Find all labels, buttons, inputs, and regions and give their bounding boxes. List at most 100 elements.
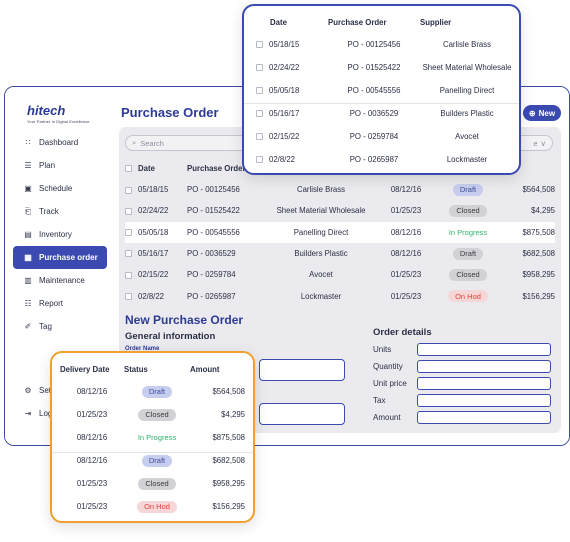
chevron-down-icon: ∨: [540, 138, 547, 148]
sidebar-item-label: Inventory: [39, 230, 72, 239]
units-field[interactable]: [417, 343, 551, 356]
cell-amount: $156,295: [212, 502, 245, 511]
row-checkbox[interactable]: [125, 207, 132, 215]
report-icon: ☷: [24, 299, 32, 308]
row-checkbox[interactable]: [256, 87, 263, 95]
cell-delivery: 08/12/16: [76, 433, 108, 442]
status-zoom-table: Delivery Date Status Amount 08/12/16 Dra…: [60, 359, 245, 518]
sidebar-item-dashboard[interactable]: ∷ Dashboard: [13, 131, 107, 154]
cell-date: 02/24/22: [138, 206, 169, 216]
col-header-supplier: Supplier: [420, 18, 452, 27]
cell-supplier: Sheet Material Wholesale: [422, 63, 512, 72]
table-row[interactable]: 08/12/16 In Progress $875,508: [60, 426, 245, 449]
cell-delivery: 08/12/16: [377, 221, 435, 243]
unit-price-row: Unit price: [373, 377, 551, 390]
quantity-row: Quantity: [373, 360, 551, 373]
cell-date: 05/05/18: [138, 227, 169, 237]
logo-text: hitech: [27, 103, 66, 118]
table-row[interactable]: 08/12/16 Draft $564,508: [60, 380, 245, 403]
quantity-label: Quantity: [373, 362, 403, 371]
table-row[interactable]: 02/24/22 PO - 01525422 Sheet Material Wh…: [125, 200, 555, 221]
cell-date: 05/18/15: [138, 185, 169, 195]
row-checkbox[interactable]: [125, 293, 132, 301]
cell-date: 02/8/22: [269, 155, 296, 164]
page-title: Purchase Order: [121, 105, 219, 120]
row-checkbox[interactable]: [256, 110, 263, 118]
new-button[interactable]: ⊕ New: [523, 105, 561, 121]
row-checkbox[interactable]: [256, 41, 263, 49]
row-checkbox[interactable]: [256, 156, 263, 164]
table-row[interactable]: 02/24/22 PO - 01525422 Sheet Material Wh…: [256, 56, 514, 79]
table-row[interactable]: 05/16/17 PO - 0036529 Builders Plastic: [256, 102, 514, 125]
table-row[interactable]: 01/25/23 On Hod $156,295: [60, 495, 245, 518]
sidebar-item-maintenance[interactable]: ▥ Maintenance: [13, 269, 107, 292]
cell-amount: $682,508: [522, 249, 555, 259]
general-info-title: General information: [125, 331, 216, 342]
table-row[interactable]: 01/25/23 Closed $4,295: [60, 403, 245, 426]
sidebar-item-tag[interactable]: ✐ Tag: [13, 315, 107, 338]
row-checkbox[interactable]: [256, 133, 263, 141]
table-row[interactable]: 02/15/22 PO - 0259784 Avocet: [256, 125, 514, 148]
sidebar-item-plan[interactable]: ☰ Plan: [13, 154, 107, 177]
cell-supplier: Sheet Material Wholesale: [276, 206, 366, 216]
table-row-highlighted[interactable]: 05/05/18 PO - 00545556 Panelling Direct …: [125, 221, 555, 243]
unit-price-field[interactable]: [417, 377, 551, 390]
row-checkbox[interactable]: [125, 186, 132, 194]
sidebar-item-track[interactable]: ⎗ Track: [13, 200, 107, 223]
cell-supplier: Avocet: [309, 270, 333, 280]
table-row[interactable]: 01/25/23 Closed $958,295: [60, 472, 245, 495]
cell-po: PO - 01525422: [187, 206, 240, 216]
table-row[interactable]: 05/18/15 PO - 00125456 Carlisle Brass 08…: [125, 179, 555, 200]
sidebar-item-inventory[interactable]: ▤ Inventory: [13, 223, 107, 246]
cell-po: PO - 0265987: [349, 155, 399, 164]
select-all-checkbox[interactable]: [125, 165, 132, 173]
purchase-order-table: Date Purchase Order unt 05/18/15 PO - 00…: [125, 158, 555, 307]
sidebar-item-report[interactable]: ☷ Report: [13, 292, 107, 315]
cell-date: 02/15/22: [138, 270, 169, 280]
col-header-status: Status: [124, 365, 148, 374]
purchase-order-zoom-card: Date Purchase Order Supplier 05/18/15 PO…: [242, 4, 521, 175]
row-checkbox[interactable]: [256, 64, 263, 72]
cell-delivery: 01/25/23: [76, 502, 108, 511]
cell-po: PO - 01525422: [347, 63, 401, 72]
cell-amount: $564,508: [212, 387, 245, 396]
table-row[interactable]: 05/16/17 PO - 0036529 Builders Plastic 0…: [125, 243, 555, 264]
cell-delivery: 01/25/23: [390, 206, 422, 216]
cell-supplier: Avocet: [455, 132, 479, 141]
search-input[interactable]: ⌕ Search: [125, 135, 253, 151]
row-checkbox[interactable]: [125, 271, 132, 279]
unit-price-label: Unit price: [373, 379, 407, 388]
cell-amount: $958,295: [522, 270, 555, 280]
table-row[interactable]: 05/18/15 PO - 00125456 Carlisle Brass: [256, 33, 514, 56]
sidebar-item-label: Maintenance: [39, 276, 85, 285]
logo: hitech Your Partner in Digital Excellenc…: [27, 103, 90, 124]
table-row[interactable]: 02/8/22 PO - 0265987 Lockmaster: [256, 148, 514, 171]
sidebar-item-schedule[interactable]: ▣ Schedule: [13, 177, 107, 200]
general-info-field[interactable]: [259, 403, 345, 425]
sidebar-item-label: Tag: [39, 322, 52, 331]
boxes-icon: ▤: [24, 230, 32, 239]
amount-field[interactable]: [417, 411, 551, 424]
row-divider: [52, 452, 253, 453]
table-header-row: Date Purchase Order Supplier: [256, 12, 514, 33]
cell-amount: $875,508: [501, 221, 555, 243]
cell-po: PO - 00545556: [347, 86, 401, 95]
status-badge: On Hod: [137, 500, 177, 513]
units-label: Units: [373, 345, 392, 354]
sidebar-item-purchase-order[interactable]: ▦ Purchase order: [13, 246, 107, 269]
cell-delivery: 08/12/16: [76, 387, 108, 396]
row-checkbox[interactable]: [125, 229, 132, 237]
table-row[interactable]: 02/15/22 PO - 0259784 Avocet 01/25/23 Cl…: [125, 264, 555, 285]
order-name-field[interactable]: [259, 359, 345, 381]
cell-delivery: 01/25/23: [76, 410, 108, 419]
status-badge: On Hod: [448, 290, 488, 303]
tax-field[interactable]: [417, 394, 551, 407]
table-row[interactable]: 05/05/18 PO - 00545556 Panelling Direct: [256, 79, 514, 102]
cell-supplier: Builders Plastic: [294, 249, 348, 259]
table-row[interactable]: 02/8/22 PO - 0265987 Lockmaster 01/25/23…: [125, 285, 555, 306]
row-checkbox[interactable]: [125, 250, 132, 258]
status-badge: In Progress: [137, 433, 177, 442]
new-po-title: New Purchase Order: [125, 313, 244, 327]
cell-po: PO - 00125456: [347, 40, 401, 49]
quantity-field[interactable]: [417, 360, 551, 373]
